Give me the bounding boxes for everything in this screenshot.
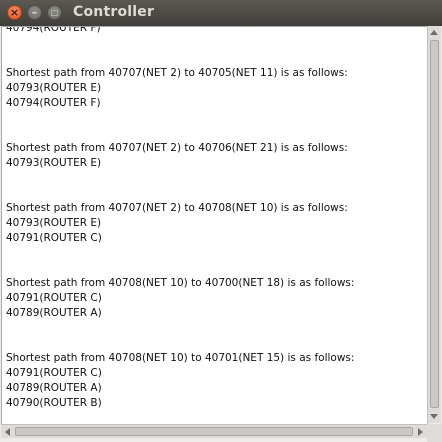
output-line: 40793(ROUTER E): [6, 217, 102, 229]
maximize-window-button[interactable]: □: [47, 5, 62, 20]
output-line: Shortest path from 40708(NET 10) to 4070…: [6, 352, 355, 364]
minimize-window-button[interactable]: –: [27, 5, 42, 20]
output-line: 40793(ROUTER E): [6, 82, 102, 94]
scroll-left-arrow-icon[interactable]: [5, 428, 10, 436]
output-line: Shortest path from 40707(NET 2) to 40705…: [6, 67, 348, 79]
output-line: 40790(ROUTER B): [6, 397, 102, 409]
output-line: Shortest path from 40707(NET 2) to 40708…: [6, 202, 348, 214]
output-line: 40794(ROUTER F): [6, 97, 101, 109]
output-line: Shortest path from 40707(NET 2) to 40706…: [6, 142, 348, 154]
horizontal-scroll-thumb[interactable]: [15, 427, 413, 436]
output-line: Shortest path from 40708(NET 10) to 4070…: [6, 277, 355, 289]
output-line: 40789(ROUTER A): [6, 382, 102, 394]
scroll-down-arrow-icon[interactable]: [430, 414, 438, 419]
output-text: 40794(ROUTER F) Shortest path from 40707…: [6, 26, 355, 411]
scrollbar-corner: [427, 424, 442, 442]
output-text-area[interactable]: 40794(ROUTER F) Shortest path from 40707…: [1, 26, 428, 425]
controller-window: × – □ Controller 40794(ROUTER F) Shortes…: [0, 0, 442, 442]
output-line: 40794(ROUTER F): [6, 26, 101, 34]
vertical-scrollbar[interactable]: [427, 26, 441, 423]
output-line: 40791(ROUTER C): [6, 367, 102, 379]
scroll-up-arrow-icon[interactable]: [430, 30, 438, 35]
output-line: 40791(ROUTER C): [6, 232, 102, 244]
scroll-right-arrow-icon[interactable]: [418, 428, 423, 436]
horizontal-scrollbar[interactable]: [1, 424, 427, 438]
output-line: 40789(ROUTER A): [6, 307, 102, 319]
output-line: 40793(ROUTER E): [6, 157, 102, 169]
vertical-scroll-thumb[interactable]: [430, 40, 439, 408]
output-line: 40791(ROUTER C): [6, 292, 102, 304]
close-window-button[interactable]: ×: [7, 5, 22, 20]
title-bar[interactable]: × – □ Controller: [0, 0, 442, 26]
window-title: Controller: [73, 4, 155, 20]
